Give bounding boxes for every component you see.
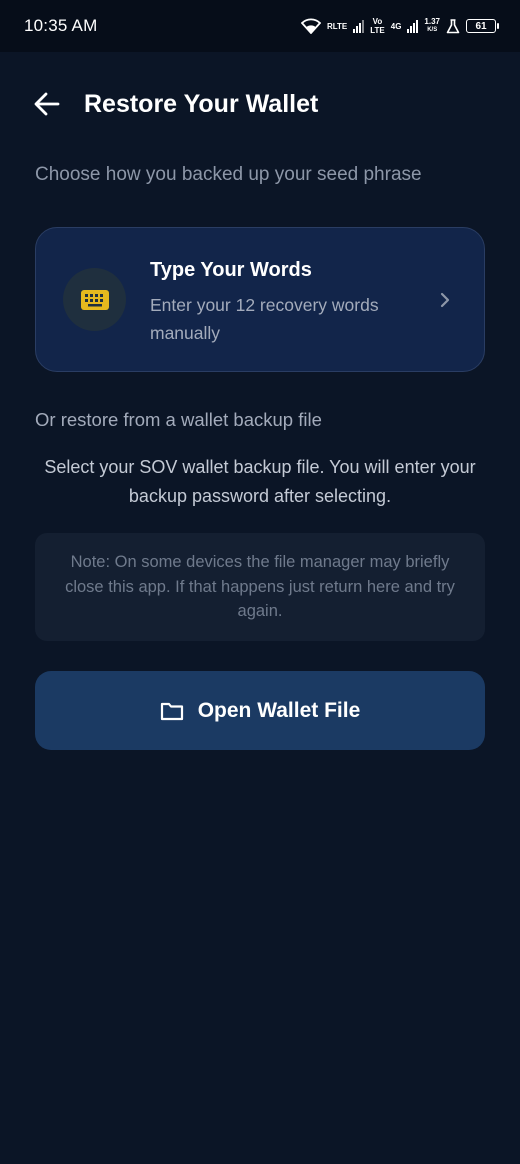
folder-icon (160, 702, 183, 720)
volte-top: Vo (372, 17, 383, 26)
speed-unit: K/S (427, 27, 438, 33)
network-speed: 1.37 K/S (424, 17, 440, 35)
keyboard-icon-container (63, 268, 126, 331)
back-button[interactable] (32, 89, 62, 119)
card-title: Type Your Words (150, 259, 312, 281)
wifi-icon (300, 18, 321, 34)
note-box: Note: On some devices the file manager m… (35, 533, 485, 641)
status-bar: 10:35 AM RLTE Vo LTE 4G 1.37 K/S 61 (0, 0, 520, 52)
open-wallet-file-label: Open Wallet File (197, 698, 361, 722)
type-words-card[interactable]: Type Your Words Enter your 12 recovery w… (35, 227, 485, 372)
signal-2-icon (407, 19, 419, 33)
status-icons: RLTE Vo LTE 4G 1.37 K/S 61 (300, 17, 499, 35)
battery-icon: 61 (466, 19, 499, 33)
select-file-description: Select your SOV wallet backup file. You … (44, 457, 476, 506)
header: Restore Your Wallet (32, 84, 318, 124)
keyboard-icon (80, 289, 109, 310)
page-title: Restore Your Wallet (84, 89, 319, 118)
subtitle: Choose how you backed up your seed phras… (35, 164, 422, 185)
volte-label: Vo LTE (370, 17, 385, 35)
speed-value: 1.37 (424, 17, 440, 26)
status-time: 10:35 AM (24, 16, 98, 35)
restore-file-label: Or restore from a wallet backup file (35, 409, 322, 430)
battery-level: 61 (475, 20, 487, 32)
note-text: Note: On some devices the file manager m… (65, 553, 455, 621)
network-4g-label: 4G (390, 21, 402, 31)
card-description: Enter your 12 recovery words manually (150, 295, 379, 343)
chevron-right-icon (440, 292, 450, 308)
open-wallet-file-button[interactable]: Open Wallet File (35, 671, 485, 750)
signal-1-icon (353, 19, 365, 33)
volte-bottom: LTE (370, 26, 385, 35)
arrow-left-icon (34, 92, 60, 116)
flask-icon (446, 18, 460, 33)
network-rlte-label: RLTE (326, 21, 348, 31)
